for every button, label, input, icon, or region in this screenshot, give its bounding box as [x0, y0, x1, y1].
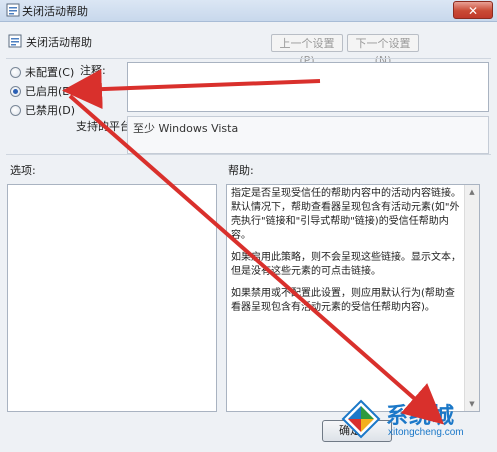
- help-paragraph: 指定是否呈现受信任的帮助内容中的活动内容链接。默认情况下，帮助查看器呈现包含有活…: [231, 188, 461, 241]
- supported-platform-label: 支持的平台:: [76, 120, 135, 133]
- help-pane[interactable]: 指定是否呈现受信任的帮助内容中的活动内容链接。默认情况下，帮助查看器呈现包含有活…: [226, 184, 480, 412]
- watermark-url: xitongcheng.com: [388, 427, 464, 438]
- supported-platform-value: 至少 Windows Vista: [133, 122, 239, 135]
- divider: [6, 58, 491, 59]
- next-setting-button[interactable]: 下一个设置(N): [347, 34, 419, 67]
- policy-dialog-window: 关闭活动帮助 ✕ 关闭活动帮助 上一个设置(P) 下一个设置(N) 未配置(C)…: [0, 0, 497, 452]
- supported-platform-field: 至少 Windows Vista: [127, 116, 489, 154]
- options-label: 选项:: [10, 164, 36, 177]
- close-icon: ✕: [467, 4, 479, 18]
- radio-not-configured[interactable]: 未配置(C): [10, 64, 74, 80]
- scroll-up-icon[interactable]: ▲: [465, 185, 479, 199]
- previous-setting-button[interactable]: 上一个设置(P): [271, 34, 343, 67]
- radio-label: 已禁用(D): [25, 104, 76, 117]
- help-text: 指定是否呈现受信任的帮助内容中的活动内容链接。默认情况下，帮助查看器呈现包含有活…: [231, 187, 463, 323]
- watermark: 系统城 xitongcheng.com: [340, 396, 490, 448]
- policy-setting-icon: [8, 34, 22, 48]
- options-pane: [7, 184, 217, 412]
- help-paragraph: 如果启用此策略，则不会呈现这些链接。显示文本，但是没有这些元素的可点击链接。: [231, 252, 461, 277]
- help-label: 帮助:: [228, 164, 254, 177]
- comment-label: 注释:: [80, 64, 106, 77]
- title-bar[interactable]: 关闭活动帮助 ✕: [0, 0, 497, 22]
- help-paragraph: 如果禁用或不配置此设置，则应用默认行为(帮助查看器呈现包含有活动元素的受信任帮助…: [231, 288, 455, 313]
- radio-disabled[interactable]: 已禁用(D): [10, 102, 75, 118]
- watermark-name: 系统城: [386, 404, 456, 429]
- window-title: 关闭活动帮助: [22, 5, 88, 18]
- divider: [6, 154, 491, 155]
- radio-button-checked[interactable]: [10, 85, 21, 97]
- setting-title: 关闭活动帮助: [26, 36, 92, 49]
- radio-button[interactable]: [10, 104, 21, 116]
- dialog-content: 关闭活动帮助 上一个设置(P) 下一个设置(N) 未配置(C) 已启用(E) 已…: [0, 22, 497, 452]
- radio-label: 已启用(E): [25, 85, 74, 98]
- watermark-logo-icon: [341, 399, 381, 439]
- policy-setting-icon: [6, 3, 20, 17]
- help-scrollbar[interactable]: ▲ ▼: [464, 185, 479, 411]
- radio-button[interactable]: [10, 66, 21, 78]
- radio-enabled[interactable]: 已启用(E): [10, 83, 74, 99]
- comment-textarea[interactable]: [127, 62, 489, 112]
- radio-label: 未配置(C): [25, 66, 75, 79]
- close-button[interactable]: ✕: [453, 1, 493, 19]
